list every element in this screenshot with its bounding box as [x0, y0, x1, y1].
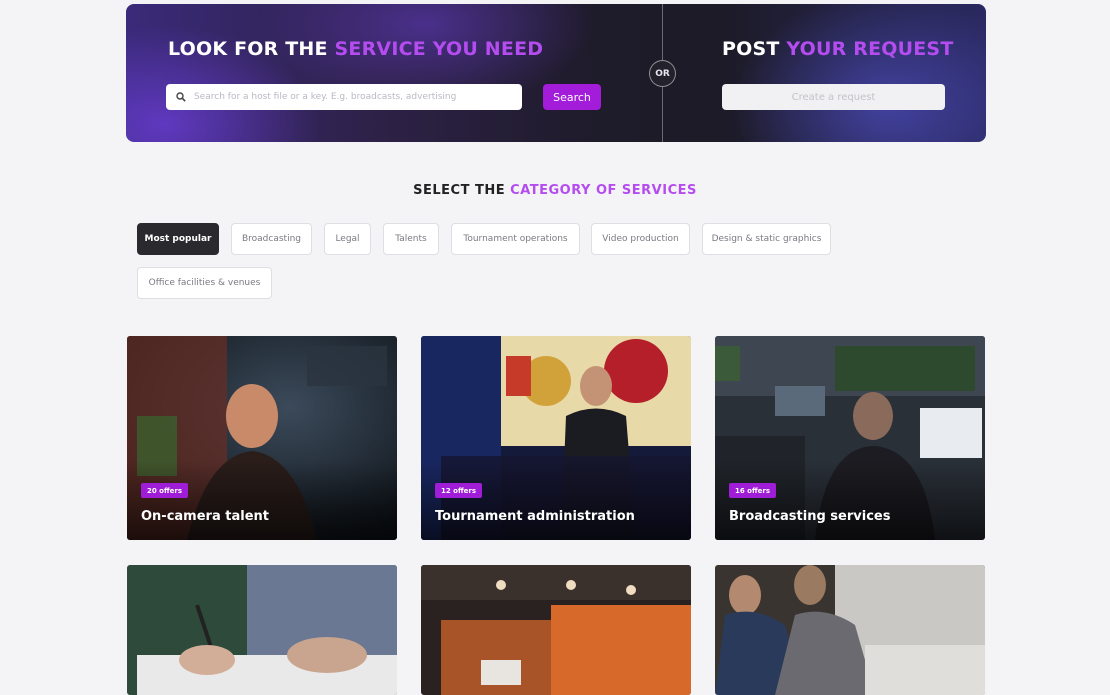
create-request-button[interactable]: Create a request: [722, 84, 945, 110]
offers-badge: 12 offers: [435, 483, 483, 498]
category-chip-broadcasting[interactable]: Broadcasting: [231, 223, 312, 255]
service-card-tournament-administration[interactable]: 12 offers Tournament administration: [421, 336, 691, 540]
category-section-title: SELECT THE CATEGORY OF SERVICES: [0, 183, 1110, 198]
request-panel: POST YOUR REQUEST Create a request: [662, 4, 986, 142]
search-title-plain: LOOK FOR THE: [168, 38, 328, 60]
request-title-accent: YOUR REQUEST: [786, 38, 954, 60]
search-icon: [174, 90, 188, 104]
search-field[interactable]: [166, 84, 522, 110]
category-chip-design-static-graphics[interactable]: Design & static graphics: [702, 223, 831, 255]
office-facilities-photo: [421, 565, 691, 695]
search-title-accent: SERVICE YOU NEED: [334, 38, 544, 60]
search-panel: LOOK FOR THE SERVICE YOU NEED Search: [126, 4, 662, 142]
offers-badge: 16 offers: [729, 483, 777, 498]
category-chip-tournament-operations[interactable]: Tournament operations: [451, 223, 580, 255]
category-title-accent: CATEGORY OF SERVICES: [510, 183, 697, 198]
offers-badge: 20 offers: [141, 483, 189, 498]
card-title: On-camera talent: [141, 509, 269, 524]
category-chip-office-facilities-venues[interactable]: Office facilities & venues: [137, 267, 272, 299]
category-chip-most-popular[interactable]: Most popular: [137, 223, 219, 255]
card-title: Tournament administration: [435, 509, 635, 524]
category-title-plain: SELECT THE: [413, 183, 506, 198]
meeting-photo: [715, 565, 985, 695]
service-card-meeting[interactable]: [715, 565, 985, 695]
category-chip-legal[interactable]: Legal: [324, 223, 371, 255]
search-button[interactable]: Search: [543, 84, 601, 110]
card-shade: [715, 460, 985, 540]
service-card-office-facilities[interactable]: [421, 565, 691, 695]
service-card-broadcasting-services[interactable]: 16 offers Broadcasting services: [715, 336, 985, 540]
hero-banner: LOOK FOR THE SERVICE YOU NEED Search OR …: [126, 4, 986, 142]
category-chip-talents[interactable]: Talents: [383, 223, 439, 255]
request-panel-title: POST YOUR REQUEST: [722, 38, 953, 60]
service-card-on-camera-talent[interactable]: 20 offers On-camera talent: [127, 336, 397, 540]
request-title-plain: POST: [722, 38, 780, 60]
card-shade: [127, 460, 397, 540]
category-chip-video-production[interactable]: Video production: [591, 223, 690, 255]
card-title: Broadcasting services: [729, 509, 891, 524]
card-shade: [421, 460, 691, 540]
legal-photo: [127, 565, 397, 695]
service-card-legal[interactable]: [127, 565, 397, 695]
search-panel-title: LOOK FOR THE SERVICE YOU NEED: [168, 38, 543, 60]
search-input[interactable]: [192, 91, 512, 103]
